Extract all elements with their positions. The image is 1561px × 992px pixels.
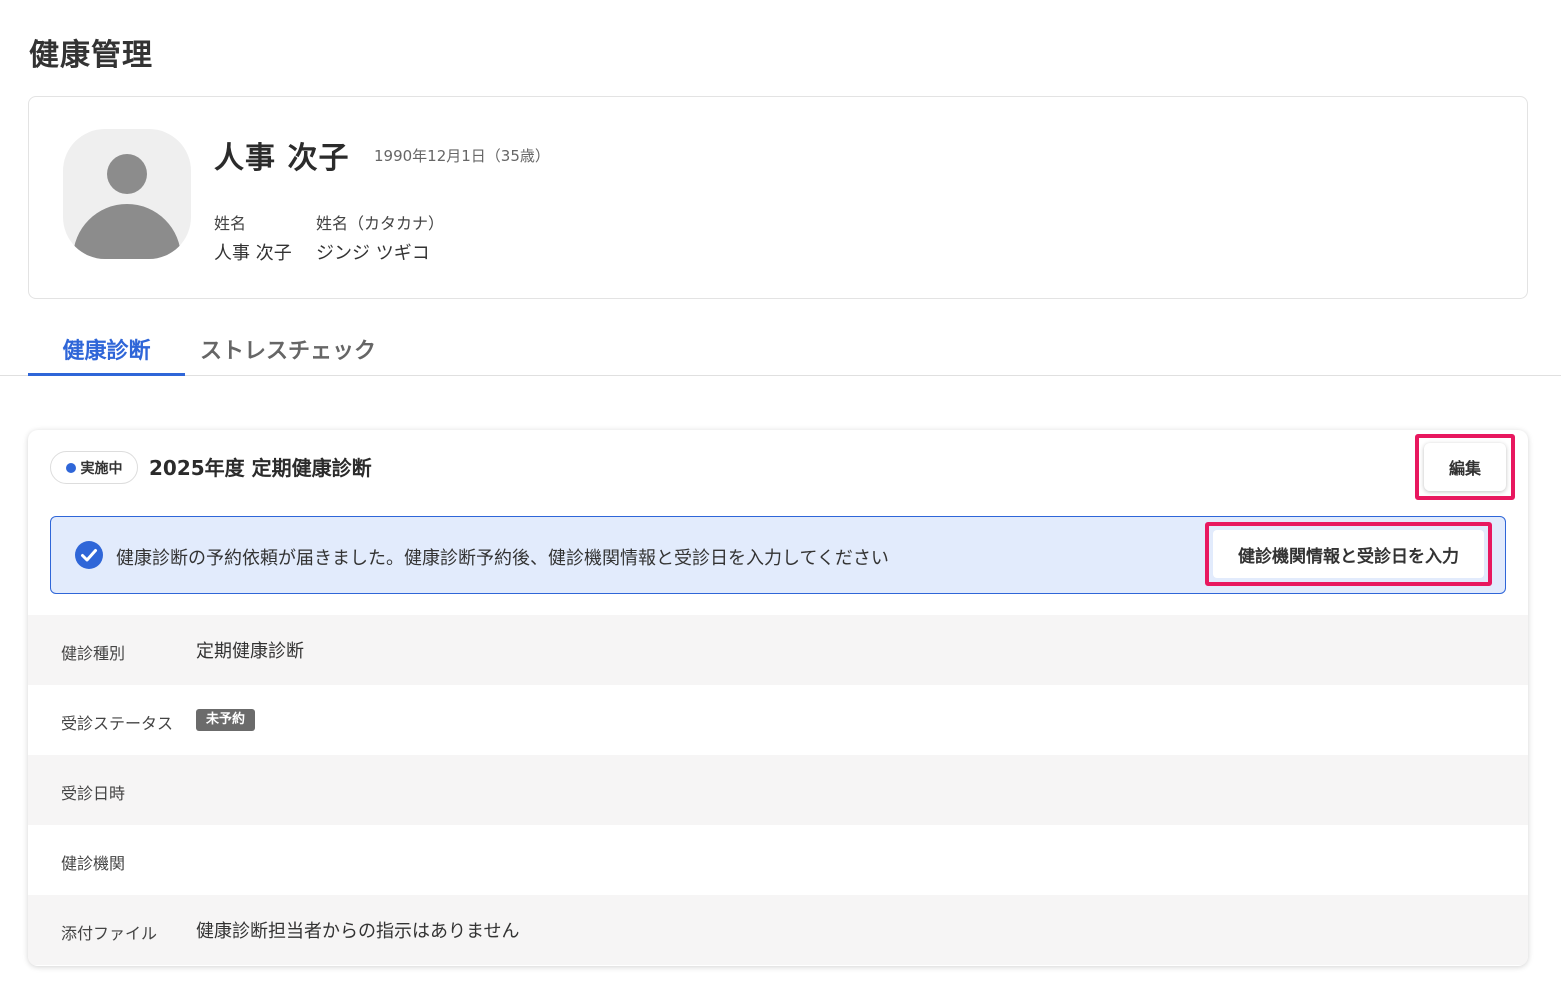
exam-title: 2025年度 定期健康診断 xyxy=(149,456,372,480)
name-label: 姓名 xyxy=(214,214,247,233)
profile-name: 人事 次子 xyxy=(214,141,350,176)
detail-row-visit-date: 受診日時 xyxy=(28,755,1528,825)
detail-row-clinic: 健診機関 xyxy=(28,825,1528,895)
profile-card: 人事 次子 1990年12月1日（35歳） 姓名 人事 次子 姓名（カタカナ） … xyxy=(28,96,1528,299)
detail-row-visit-status: 受診ステータス 未予約 xyxy=(28,685,1528,755)
detail-label: 受診ステータス xyxy=(61,714,174,733)
tab-bar: 健康診断 ストレスチェック xyxy=(0,330,1561,376)
status-badge-label: 実施中 xyxy=(80,460,123,477)
kana-name-label: 姓名（カタカナ） xyxy=(316,214,445,233)
detail-row-exam-type: 健診種別 定期健康診断 xyxy=(28,615,1528,685)
name-value: 人事 次子 xyxy=(214,243,292,264)
profile-birthdate: 1990年12月1日（35歳） xyxy=(374,147,550,165)
kana-name-value: ジンジ ツギコ xyxy=(316,243,430,264)
exam-card: 実施中 2025年度 定期健康診断 編集 健康診断の予約依頼が届きました。健康診… xyxy=(28,430,1528,966)
status-badge: 実施中 xyxy=(50,451,138,484)
page-title: 健康管理 xyxy=(29,38,153,73)
visit-status-tag: 未予約 xyxy=(196,709,256,731)
detail-value: 定期健康診断 xyxy=(196,641,304,662)
check-circle-icon xyxy=(75,541,103,569)
tab-stress-check[interactable]: ストレスチェック xyxy=(197,330,379,376)
tab-health-checkup[interactable]: 健康診断 xyxy=(28,330,185,376)
detail-label: 受診日時 xyxy=(61,784,126,803)
avatar-body-icon xyxy=(73,204,181,259)
avatar-head-icon xyxy=(107,154,147,194)
avatar xyxy=(63,129,191,259)
detail-label: 添付ファイル xyxy=(61,924,158,943)
notice-text: 健康診断の予約依頼が届きました。健康診断予約後、健診機関情報と受診日を入力してく… xyxy=(116,548,889,569)
detail-value: 健康診断担当者からの指示はありません xyxy=(196,921,520,942)
detail-label: 健診機関 xyxy=(61,854,126,873)
notice-banner: 健康診断の予約依頼が届きました。健康診断予約後、健診機関情報と受診日を入力してく… xyxy=(50,516,1506,594)
edit-button[interactable]: 編集 xyxy=(1424,443,1506,491)
status-dot-icon xyxy=(65,462,76,473)
enter-clinic-info-button[interactable]: 健診機関情報と受診日を入力 xyxy=(1213,530,1484,578)
detail-label: 健診種別 xyxy=(61,644,126,663)
detail-row-attachment: 添付ファイル 健康診断担当者からの指示はありません xyxy=(28,895,1528,965)
